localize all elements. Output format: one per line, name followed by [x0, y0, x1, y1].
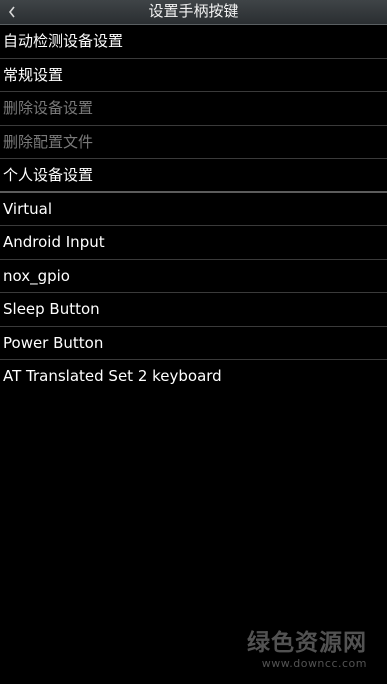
watermark: 绿色资源网 www.downcc.com — [247, 623, 367, 670]
menu-item-delete-device-settings: 删除设备设置 — [0, 92, 387, 126]
menu-item-personal-device-settings[interactable]: 个人设备设置 — [0, 159, 387, 193]
settings-list: 自动检测设备设置 常规设置 删除设备设置 删除配置文件 个人设备设置 Virtu… — [0, 25, 387, 394]
menu-item-auto-detect[interactable]: 自动检测设备设置 — [0, 25, 387, 59]
device-item-nox-gpio[interactable]: nox_gpio — [0, 260, 387, 293]
device-item-power-button[interactable]: Power Button — [0, 327, 387, 360]
device-item-at-keyboard[interactable]: AT Translated Set 2 keyboard — [0, 360, 387, 394]
menu-item-delete-profile: 删除配置文件 — [0, 126, 387, 159]
device-item-android-input[interactable]: Android Input — [0, 226, 387, 260]
device-item-sleep-button[interactable]: Sleep Button — [0, 293, 387, 327]
watermark-url: www.downcc.com — [261, 657, 367, 670]
page-title: 设置手柄按键 — [148, 2, 239, 20]
device-item-virtual[interactable]: Virtual — [0, 193, 387, 226]
menu-item-general-settings[interactable]: 常规设置 — [0, 59, 387, 92]
watermark-logo: 绿色资源网 — [247, 630, 367, 656]
title-bar: 设置手柄按键 — [0, 0, 387, 25]
